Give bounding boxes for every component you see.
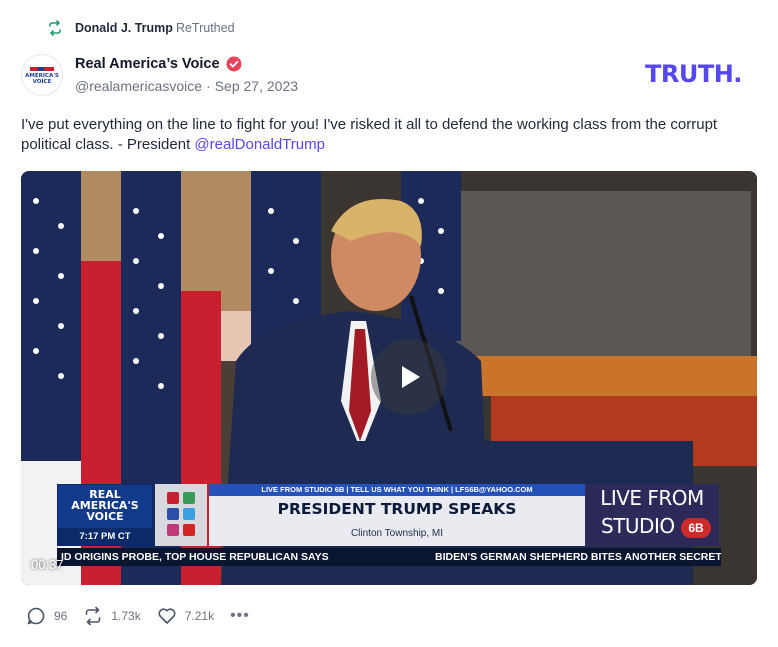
lower-third-top-bar: LIVE FROM STUDIO 6B | TELL US WHAT YOU T… [209,484,585,496]
retruth-button[interactable]: 1.73k [83,606,141,626]
verified-badge-icon [226,56,242,72]
post-text: I've put everything on the line to fight… [21,116,718,153]
twitter-icon [183,508,195,520]
retruth-count: 1.73k [111,609,141,623]
lower-third-headline: PRESIDENT TRUMP SPEAKS [277,500,517,518]
author-handle[interactable]: @realamericasvoice [75,78,202,94]
meta-separator: · [206,78,211,94]
lower-third-location: Clinton Township, MI [350,528,444,539]
retruth-icon [47,20,63,36]
author-name[interactable]: Real America’s Voice [75,56,220,72]
studio-number: 6B [681,518,711,538]
post-date[interactable]: Sep 27, 2023 [215,78,298,94]
more-options-button[interactable]: ••• [230,607,250,625]
play-icon [402,366,420,388]
studio-line-1: LIVE FROM [600,486,704,510]
play-button[interactable] [371,339,447,415]
retruth-header: Donald J. Trump ReTruthed [47,19,235,37]
video-duration: 00:37 [31,557,64,572]
reply-icon [26,606,46,626]
truth-logo-dot: . [733,60,742,88]
facebook-icon [167,508,179,520]
social-icons [155,484,207,546]
truth-logo-text: TRUTH [645,60,734,88]
heart-icon [157,606,177,626]
post-actions: 96 1.73k 7.21k ••• [26,606,250,626]
social-icon-green [183,492,195,504]
retruth-action-icon [83,606,103,626]
news-ticker: ID ORIGINS PROBE, TOP HOUSE REPUBLICAN S… [57,548,721,566]
youtube-icon [183,524,195,536]
retruth-user-name[interactable]: Donald J. Trump [75,21,173,35]
instagram-icon [167,524,179,536]
network-logo-text: REAL AMERICA'S VOICE [71,488,139,523]
broadcast-time: 7:17 PM CT [58,528,152,545]
post-body: I've put everything on the line to fight… [21,115,741,155]
mention-link[interactable]: @realDonaldTrump [194,136,325,153]
social-icon-red [167,492,179,504]
reply-count: 96 [54,609,68,623]
lower-third: LIVE FROM STUDIO 6B | TELL US WHAT YOU T… [209,484,585,546]
studio-badge: LIVE FROM STUDIO 6B [585,484,719,546]
truth-logo[interactable]: TRUTH. [645,60,742,88]
network-logo: REAL AMERICA'S VOICE 7:17 PM CT [57,484,153,546]
video-player[interactable]: REAL AMERICA'S VOICE 7:17 PM CT LIVE FRO… [21,171,757,585]
ticker-right: BIDEN'S GERMAN SHEPHERD BITES ANOTHER SE… [435,551,721,563]
reply-button[interactable]: 96 [26,606,67,626]
post-author: AMERICA'S VOICE Real America’s Voice @re… [21,54,298,96]
retruth-label: ReTruthed [175,21,235,35]
avatar[interactable]: AMERICA'S VOICE [21,54,63,96]
ticker-left: ID ORIGINS PROBE, TOP HOUSE REPUBLICAN S… [61,551,329,563]
like-count: 7.21k [184,609,215,623]
like-button[interactable]: 7.21k [157,606,214,626]
svg-text:VOICE: VOICE [33,79,52,85]
